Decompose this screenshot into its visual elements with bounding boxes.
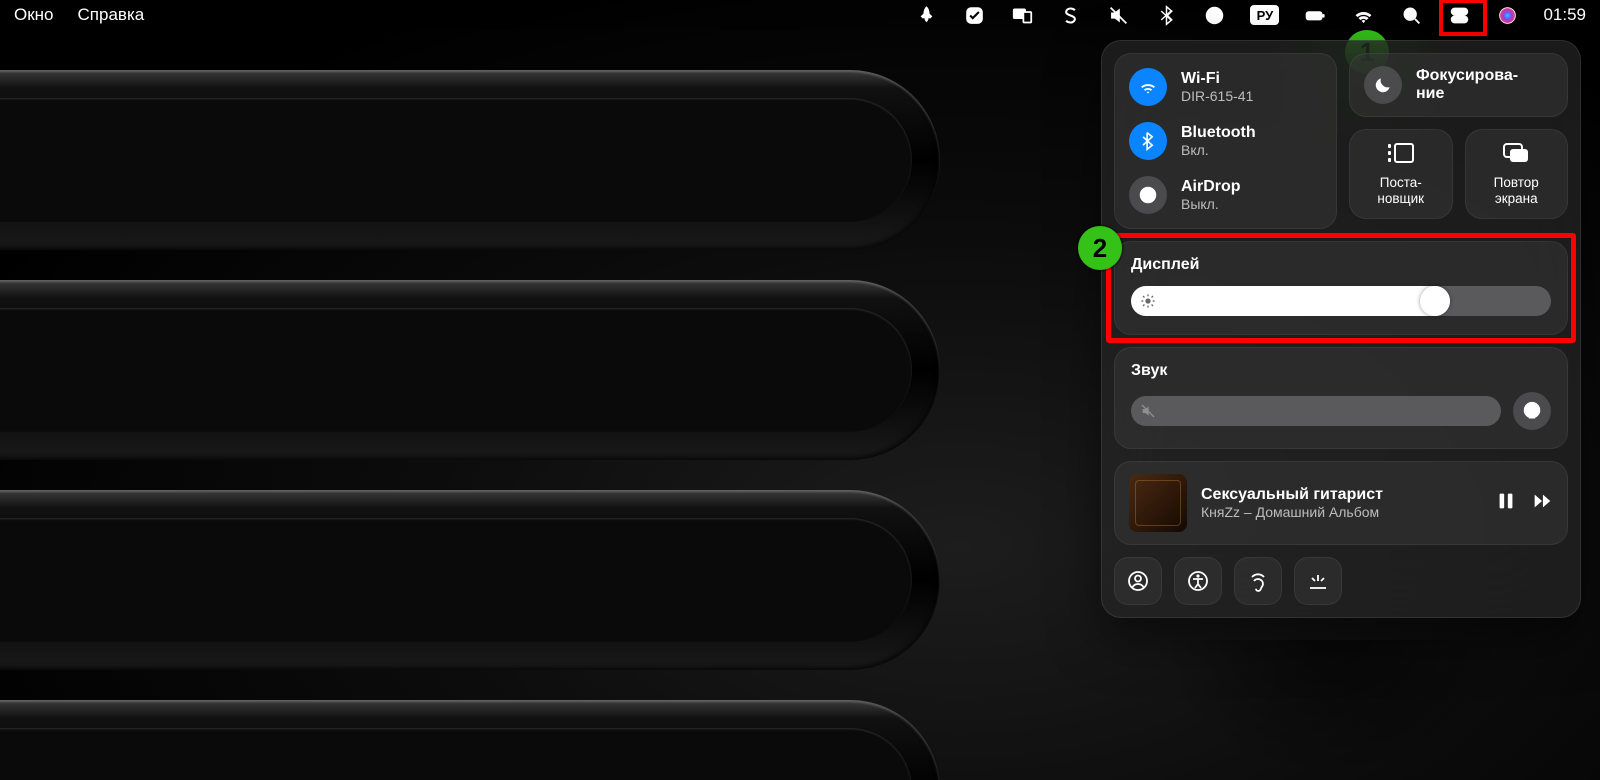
siri-icon[interactable] xyxy=(1495,3,1519,27)
track-artist: КняZz – Домашний Альбом xyxy=(1201,504,1481,520)
moon-icon xyxy=(1364,66,1402,104)
wifi-title: Wi-Fi xyxy=(1181,70,1253,88)
brightness-icon xyxy=(1140,293,1156,309)
spotlight-icon[interactable] xyxy=(1399,3,1423,27)
wifi-toggle[interactable]: Wi-Fi DIR-615-41 xyxy=(1119,64,1332,110)
volume-mute-icon[interactable] xyxy=(1106,3,1130,27)
panel-shadow xyxy=(1160,640,1510,780)
displays-icon[interactable] xyxy=(1010,3,1034,27)
focus-label: Фокусирова- ние xyxy=(1416,67,1518,102)
display-tile: Дисплей xyxy=(1114,241,1568,335)
brightness-slider[interactable] xyxy=(1131,286,1551,316)
menu-clock[interactable]: 01:59 xyxy=(1543,5,1586,25)
display-title: Дисплей xyxy=(1131,256,1551,274)
bluetooth-icon xyxy=(1129,122,1167,160)
wallpaper-shape xyxy=(0,700,940,780)
bluetooth-subtitle: Вкл. xyxy=(1181,142,1256,158)
keyboard-brightness-shortcut[interactable] xyxy=(1294,557,1342,605)
track-title: Сексуальный гитарист xyxy=(1201,486,1481,504)
volume-slider[interactable] xyxy=(1131,396,1501,426)
rocket-icon[interactable] xyxy=(914,3,938,27)
bluetooth-icon[interactable] xyxy=(1154,3,1178,27)
menu-bar: Окно Справка РУ 01:59 xyxy=(0,0,1600,30)
focus-toggle[interactable]: Фокусирова- ние xyxy=(1349,53,1568,117)
accessibility-shortcut[interactable] xyxy=(1174,557,1222,605)
pause-button[interactable] xyxy=(1495,490,1517,517)
volume-mute-icon xyxy=(1140,403,1156,424)
annotation-badge-2: 2 xyxy=(1078,226,1122,270)
control-center-panel: Wi-Fi DIR-615-41 Bluetooth Вкл. AirDrop … xyxy=(1101,40,1581,618)
next-track-button[interactable] xyxy=(1531,490,1553,517)
users-shortcut[interactable] xyxy=(1114,557,1162,605)
airdrop-icon xyxy=(1129,176,1167,214)
wallpaper-shape xyxy=(0,490,940,670)
wifi-icon xyxy=(1129,68,1167,106)
control-center-icon[interactable] xyxy=(1447,3,1471,27)
wallpaper-shape xyxy=(0,280,940,460)
airdrop-toggle[interactable]: AirDrop Выкл. xyxy=(1119,172,1332,218)
bluetooth-toggle[interactable]: Bluetooth Вкл. xyxy=(1119,118,1332,164)
sound-tile: Звук xyxy=(1114,347,1568,449)
screen-mirroring-icon xyxy=(1502,142,1530,169)
input-source-badge[interactable]: РУ xyxy=(1250,5,1279,25)
now-playing-tile[interactable]: Сексуальный гитарист КняZz – Домашний Ал… xyxy=(1114,461,1568,545)
airdrop-title: AirDrop xyxy=(1181,178,1241,196)
bluetooth-title: Bluetooth xyxy=(1181,124,1256,142)
screen-mirroring-label: Повтор экрана xyxy=(1494,175,1539,206)
play-circle-icon[interactable] xyxy=(1202,3,1226,27)
hearing-shortcut[interactable] xyxy=(1234,557,1282,605)
airdrop-subtitle: Выкл. xyxy=(1181,196,1241,212)
album-art xyxy=(1129,474,1187,532)
screen-mirroring-toggle[interactable]: Повтор экрана xyxy=(1465,129,1569,219)
stage-manager-icon xyxy=(1387,142,1415,169)
check-app-icon[interactable] xyxy=(962,3,986,27)
s-app-icon[interactable] xyxy=(1058,3,1082,27)
airplay-audio-button[interactable] xyxy=(1513,392,1551,430)
stage-manager-label: Поста- новщик xyxy=(1377,175,1424,206)
sound-title: Звук xyxy=(1131,362,1551,380)
shortcut-row xyxy=(1114,557,1568,605)
wifi-subtitle: DIR-615-41 xyxy=(1181,88,1253,104)
stage-manager-toggle[interactable]: Поста- новщик xyxy=(1349,129,1453,219)
wifi-icon[interactable] xyxy=(1351,3,1375,27)
menu-bar-tray: РУ 01:59 xyxy=(914,3,1586,27)
menu-window[interactable]: Окно xyxy=(14,5,54,25)
battery-charging-icon[interactable] xyxy=(1303,3,1327,27)
menu-help[interactable]: Справка xyxy=(78,5,145,25)
wallpaper-shape xyxy=(0,70,940,250)
connectivity-tile: Wi-Fi DIR-615-41 Bluetooth Вкл. AirDrop … xyxy=(1114,53,1337,229)
